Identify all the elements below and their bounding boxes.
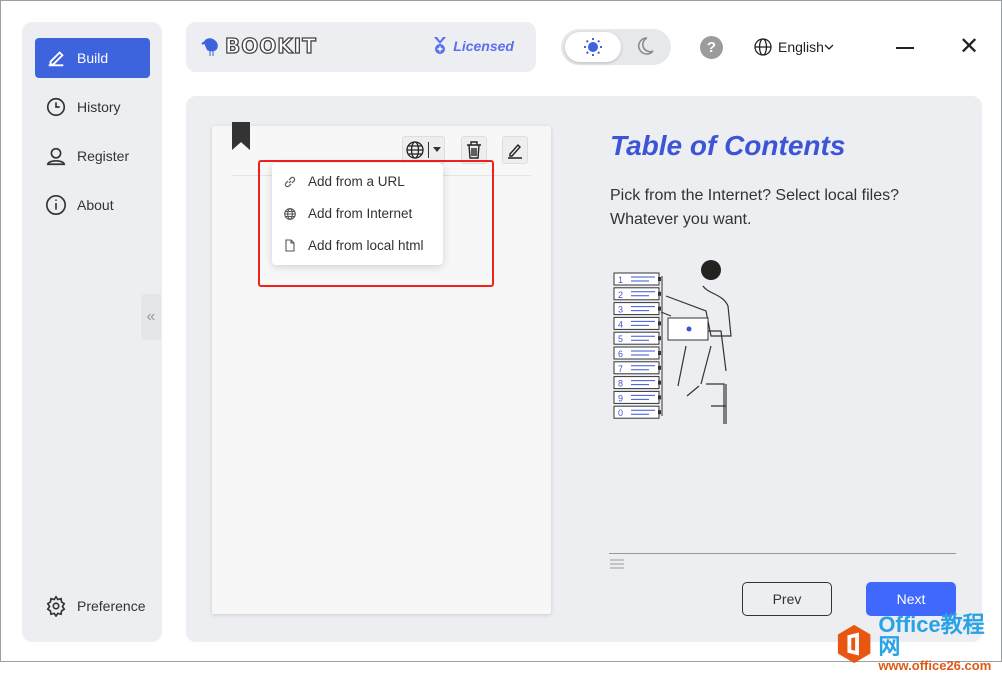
sidebar-item-about[interactable]: About — [35, 185, 150, 225]
globe-icon — [754, 38, 772, 56]
theme-toggle[interactable] — [561, 29, 671, 65]
page-description: Pick from the Internet? Select local fil… — [610, 187, 900, 228]
minimize-button[interactable] — [896, 47, 914, 49]
office-logo-icon — [837, 624, 871, 663]
menu-item-label: Add from Internet — [308, 206, 413, 221]
help-button[interactable]: ? — [700, 36, 723, 59]
toc-illustration: 1 2 3 4 5 6 7 8 9 0 — [613, 260, 732, 424]
gear-icon — [46, 595, 66, 617]
divider — [428, 142, 429, 158]
logo: BOOKIT — [201, 33, 317, 59]
connector — [658, 306, 661, 311]
kiwi-bird-icon — [201, 38, 218, 56]
sidebar-item-build[interactable]: Build — [35, 38, 150, 78]
trash-icon — [467, 141, 481, 159]
toc-entry-number: 7 — [618, 364, 623, 374]
pencil-icon — [48, 51, 64, 67]
link-icon — [284, 176, 296, 187]
sidebar-item-history[interactable]: History — [35, 87, 150, 127]
connector — [658, 351, 661, 355]
toc-entry-number: 0 — [618, 408, 623, 418]
connector — [658, 395, 661, 400]
watermark-url: www.office26.com — [878, 658, 992, 673]
watermark-title: Office教程网 — [878, 612, 985, 659]
connector — [658, 321, 661, 326]
file-icon — [285, 239, 295, 252]
menu-item-add-from-local-html[interactable]: Add from local html — [284, 238, 424, 253]
prev-button[interactable]: Prev — [742, 582, 832, 616]
person-body — [660, 285, 732, 424]
menu-item-add-from-internet[interactable]: Add from Internet — [284, 206, 412, 221]
light-mode-option[interactable] — [565, 32, 621, 62]
bookmark-icon — [232, 122, 250, 150]
language-select[interactable]: English — [754, 38, 834, 56]
globe-icon — [406, 141, 424, 159]
app-window: Build History Register About Preference … — [0, 0, 1002, 673]
sidebar-item-register[interactable]: Register — [35, 136, 150, 176]
menu-item-add-from-url[interactable]: Add from a URL — [284, 174, 405, 189]
toc-entry-number: 8 — [618, 379, 623, 389]
chevron-down-icon — [824, 44, 834, 50]
edit-button[interactable] — [502, 136, 528, 164]
pencil-icon — [508, 143, 522, 159]
caret-down-icon — [433, 147, 441, 152]
moon-icon[interactable] — [635, 36, 655, 56]
sidebar-item-label: Preference — [77, 598, 146, 614]
connector — [658, 410, 661, 415]
collapse-sidebar-button[interactable]: « — [141, 294, 161, 340]
toc-entry-number: 2 — [618, 290, 623, 300]
divider — [609, 553, 956, 554]
person-head — [701, 260, 721, 280]
toc-entry-number: 4 — [618, 319, 623, 329]
license-badge: Licensed — [433, 37, 514, 55]
license-text: Licensed — [453, 38, 514, 54]
sidebar-item-label: Register — [77, 148, 130, 164]
user-icon — [46, 147, 66, 166]
toc-entry-number: 5 — [618, 334, 623, 344]
page-title: Table of Contents — [610, 130, 846, 161]
toc-entry-number: 1 — [618, 275, 623, 285]
menu-item-label: Add from local html — [308, 238, 424, 253]
close-button[interactable]: ✕ — [959, 35, 979, 59]
info-icon — [46, 195, 66, 215]
connector — [658, 365, 661, 370]
drag-handle-icon[interactable] — [610, 558, 624, 570]
watermark: Office教程网 www.office26.com — [836, 614, 1001, 673]
language-label: English — [778, 39, 824, 55]
sidebar-item-preference[interactable]: Preference — [35, 586, 150, 626]
medal-icon — [434, 37, 447, 54]
sidebar-item-label: About — [77, 197, 114, 213]
connector — [658, 277, 661, 281]
next-button[interactable]: Next — [866, 582, 956, 616]
sidebar-item-label: History — [77, 99, 121, 115]
sidebar-item-label: Build — [77, 50, 109, 66]
connector — [658, 380, 661, 385]
laptop-logo — [686, 326, 692, 332]
header-bar: BOOKIT Licensed — [186, 22, 536, 72]
toc-entry-number: 6 — [618, 349, 623, 359]
clock-icon — [46, 97, 66, 117]
toc-entry-number: 3 — [618, 305, 623, 315]
sun-icon — [584, 38, 602, 56]
add-source-menu: Add from a URL Add from Internet Add fro… — [272, 163, 443, 265]
globe-icon — [284, 207, 296, 220]
connector — [658, 336, 661, 341]
menu-item-label: Add from a URL — [308, 174, 405, 189]
logo-text: BOOKIT — [224, 33, 317, 58]
connector — [658, 291, 661, 296]
toc-entry-number: 9 — [618, 393, 623, 403]
